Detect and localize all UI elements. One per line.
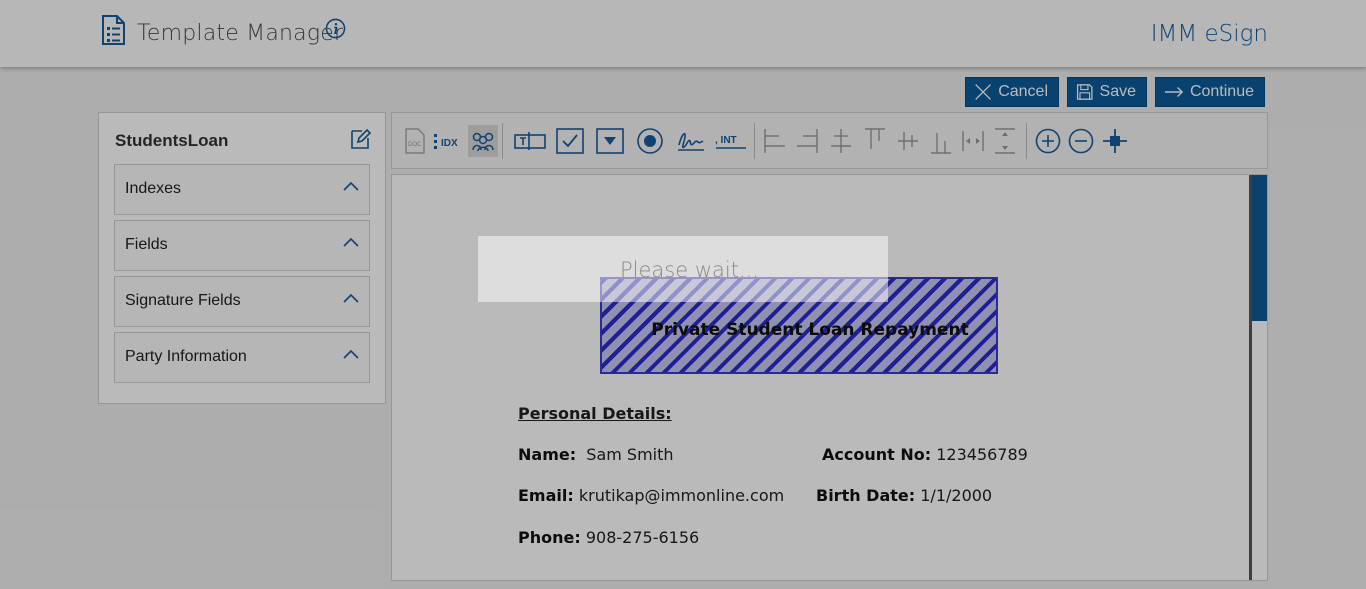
loading-text: Please wait...	[620, 258, 759, 282]
